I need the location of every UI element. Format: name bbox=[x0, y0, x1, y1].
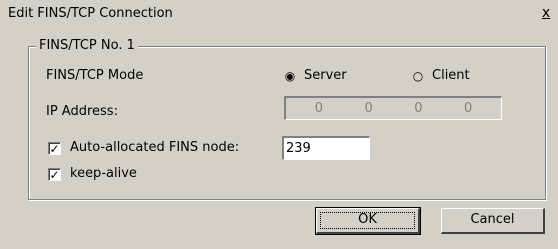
title-bar[interactable]: Edit FINS/TCP Connection x bbox=[0, 0, 558, 26]
radio-server-label: Server bbox=[304, 68, 347, 83]
ok-button[interactable]: OK bbox=[315, 207, 421, 235]
cancel-button[interactable]: Cancel bbox=[441, 208, 545, 234]
radio-unselected-icon: ○ bbox=[412, 68, 424, 83]
mode-label: FINS/TCP Mode bbox=[46, 68, 144, 83]
group-label: FINS/TCP No. 1 bbox=[36, 38, 138, 53]
auto-node-label: Auto-allocated FINS node: bbox=[70, 140, 240, 155]
radio-selected-icon: ◉ bbox=[284, 68, 296, 83]
ip-octet: 0 bbox=[463, 101, 473, 116]
radio-client[interactable]: ○ Client bbox=[412, 68, 470, 83]
ip-address-field[interactable]: 0 0 0 0 bbox=[284, 96, 502, 120]
checkmark-icon: ✓ bbox=[49, 142, 60, 156]
focus-ring bbox=[320, 212, 415, 229]
close-icon[interactable]: x bbox=[538, 5, 554, 21]
radio-server[interactable]: ◉ Server bbox=[284, 68, 347, 83]
ip-address-label: IP Address: bbox=[46, 104, 118, 119]
fins-node-input[interactable]: 239 bbox=[282, 136, 370, 160]
auto-node-checkbox[interactable]: ✓ bbox=[48, 142, 61, 156]
ip-octet: 0 bbox=[364, 101, 373, 116]
window-title: Edit FINS/TCP Connection bbox=[8, 6, 173, 21]
keep-alive-checkbox[interactable]: ✓ bbox=[48, 168, 61, 182]
ip-octet: 0 bbox=[414, 101, 423, 116]
checkmark-icon: ✓ bbox=[49, 168, 60, 182]
radio-client-label: Client bbox=[432, 68, 470, 83]
keep-alive-label: keep-alive bbox=[70, 166, 137, 181]
cancel-button-label: Cancel bbox=[470, 212, 515, 227]
ip-octet: 0 bbox=[314, 101, 324, 116]
